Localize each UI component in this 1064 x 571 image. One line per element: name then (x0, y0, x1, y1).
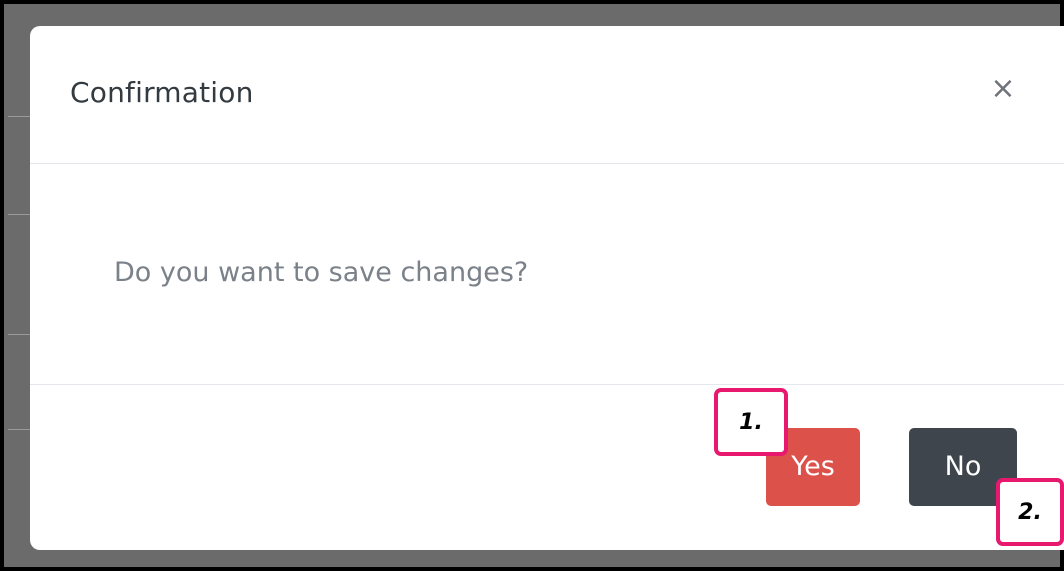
dialog-message: Do you want to save changes? (114, 257, 529, 288)
annotation-marker-1: 1. (714, 388, 788, 456)
dialog-title: Confirmation (70, 76, 254, 109)
close-icon[interactable]: × (988, 74, 1018, 104)
annotation-marker-2: 2. (996, 478, 1064, 546)
dialog-header: Confirmation × (30, 26, 1064, 164)
dialog-body: Do you want to save changes? (30, 164, 1064, 385)
confirmation-dialog: Confirmation × Do you want to save chang… (30, 26, 1064, 550)
